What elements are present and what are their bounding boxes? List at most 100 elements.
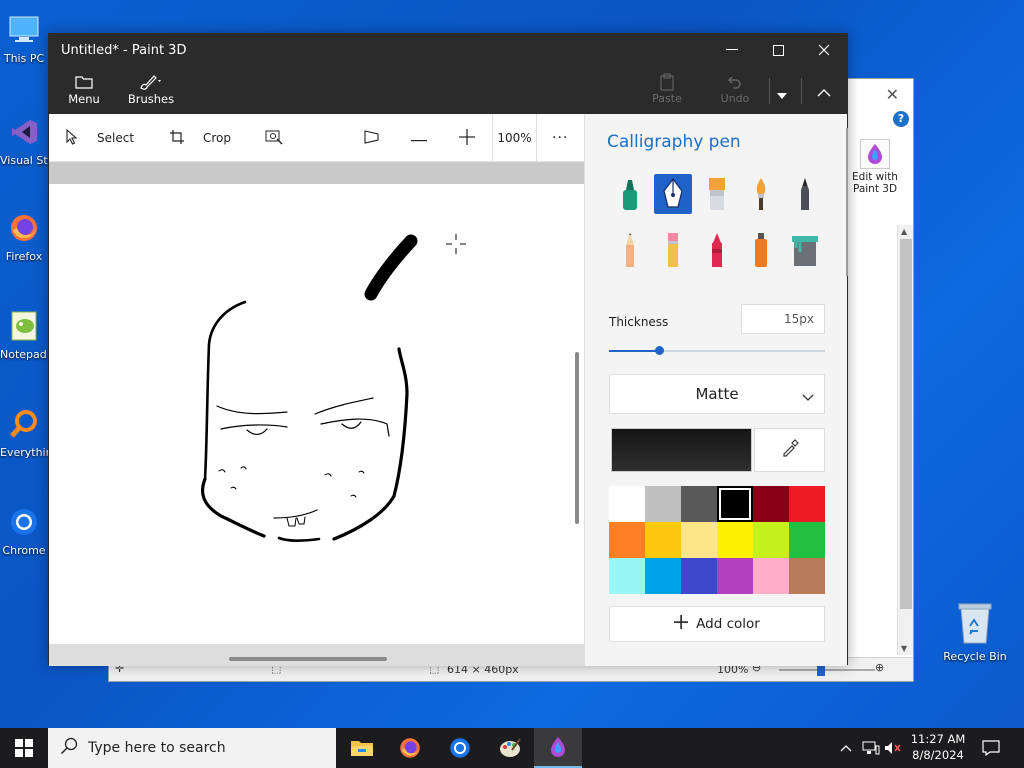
show-hidden-icons[interactable] [840,728,852,768]
eyedropper-button[interactable] [754,428,825,472]
desktop-icon-chrome[interactable]: Chrome [0,502,48,557]
color-swatch[interactable] [681,486,717,522]
desktop-icon-recycle-bin[interactable]: Recycle Bin [938,600,1012,663]
drawing-canvas[interactable] [49,184,584,644]
face-outline-bottom [277,536,321,543]
taskbar-file-explorer[interactable] [338,728,386,768]
oil-brush[interactable] [698,174,736,214]
color-swatch[interactable] [609,486,645,522]
watercolor-brush[interactable] [742,174,780,214]
minimize-button[interactable] [709,34,755,66]
undo-button[interactable]: Undo [713,72,757,105]
marker-icon [623,180,637,210]
more-options-button[interactable]: ··· [552,114,568,162]
color-swatch[interactable] [753,558,789,594]
add-color-button[interactable]: Add color [609,606,825,642]
magic-select-tool[interactable] [265,114,283,162]
color-swatch[interactable] [609,522,645,558]
color-swatch[interactable] [789,486,825,522]
color-swatch[interactable] [645,522,681,558]
thickness-slider[interactable] [609,346,825,355]
paint3d-window[interactable]: Untitled* - Paint 3D Menu Brushes Paste … [48,33,848,666]
calligraphy-pen-brush[interactable] [654,174,692,214]
maximize-button[interactable] [755,34,801,66]
taskbar-clock[interactable]: 11:27 AM 8/8/2024 [900,731,976,763]
color-swatch[interactable] [789,558,825,594]
zoom-slider[interactable] [779,669,875,671]
color-swatch[interactable] [681,522,717,558]
taskbar-chrome[interactable] [436,728,484,768]
taskbar-paint[interactable] [486,728,534,768]
spray-can-brush[interactable] [742,230,780,270]
current-color-swatch[interactable] [611,428,752,472]
select-tool[interactable]: Select [65,114,134,162]
desktop-icon-this-pc[interactable]: This PC [0,10,48,65]
paste-button[interactable]: Paste [645,72,689,105]
canvas-vertical-scrollbar[interactable] [575,352,579,524]
canvas-margin [49,162,584,184]
canvas-horizontal-scrollbar[interactable] [229,657,387,661]
thickness-input[interactable]: 15px [741,304,825,334]
marker-brush[interactable] [611,174,649,214]
zoom-level[interactable]: 100% [492,114,537,162]
drawing-sketch [200,234,466,543]
panel-scrollbar[interactable] [846,128,848,276]
pixel-pen-brush[interactable] [786,174,824,214]
select-label: Select [97,131,135,145]
desktop-icon-notepadpp[interactable]: Notepad++ [0,306,48,361]
paint3d-icon [551,737,565,757]
magic-select-icon [265,129,283,148]
eraser-brush[interactable] [654,230,692,270]
close-button[interactable] [801,34,847,66]
right-eyebrow [314,397,374,415]
notepad-plus-plus-icon [4,306,44,346]
color-swatch[interactable] [717,486,753,522]
more-icon: ··· [552,130,569,146]
color-swatch[interactable] [753,486,789,522]
color-swatch[interactable] [645,558,681,594]
notification-center-button[interactable] [982,728,1000,768]
color-swatch[interactable] [609,558,645,594]
network-icon[interactable] [862,728,880,768]
zoom-in-icon[interactable]: ⊕ [875,661,884,674]
taskbar-search-box[interactable]: Type here to search [48,728,336,768]
view-3d-button[interactable] [363,114,381,162]
left-eyebrow [216,405,288,415]
desktop-icon-everything[interactable]: Everything [0,404,48,459]
zoom-out-button[interactable] [411,114,427,162]
pencil-brush[interactable] [611,230,649,270]
finish-dropdown[interactable]: Matte [609,374,825,414]
crop-tool[interactable]: Crop [169,114,231,162]
taskbar-firefox[interactable] [386,728,434,768]
desktop-icon-label: This PC [3,52,45,65]
close-icon[interactable]: ✕ [886,85,899,104]
finish-value: Matte [695,385,739,403]
thickness-slider-knob[interactable] [654,346,664,355]
scroll-up-icon[interactable]: ▲ [901,227,907,236]
brushes-button[interactable]: Brushes [127,72,175,106]
color-swatch[interactable] [717,558,753,594]
edit-with-paint3d-button[interactable]: Edit with Paint 3D [847,139,903,195]
desktop-icon-visual-studio[interactable]: Visual Studio 2019 [0,112,48,167]
collapse-ribbon-icon[interactable] [817,82,831,101]
help-icon[interactable]: ? [893,111,909,127]
desktop-icon-firefox[interactable]: Firefox [0,208,48,263]
color-swatch[interactable] [681,558,717,594]
history-dropdown-icon[interactable] [777,84,787,103]
zoom-in-button[interactable] [459,114,475,162]
taskbar-paint3d[interactable] [534,728,582,768]
color-swatch[interactable] [753,522,789,558]
crayon-brush[interactable] [698,230,736,270]
vertical-scrollbar[interactable]: ▲ ▼ [897,225,913,655]
scroll-thumb[interactable] [900,239,912,609]
menu-button[interactable]: Menu [63,72,105,106]
scroll-down-icon[interactable]: ▼ [901,644,907,653]
panel-title: Calligraphy pen [607,132,741,152]
color-swatch[interactable] [717,522,753,558]
color-swatch[interactable] [645,486,681,522]
canvas-horizontal-scroll-track [49,644,584,666]
visual-studio-icon [4,112,44,152]
fill-bucket-brush[interactable] [786,230,824,270]
color-swatch[interactable] [789,522,825,558]
start-button[interactable] [0,728,48,768]
